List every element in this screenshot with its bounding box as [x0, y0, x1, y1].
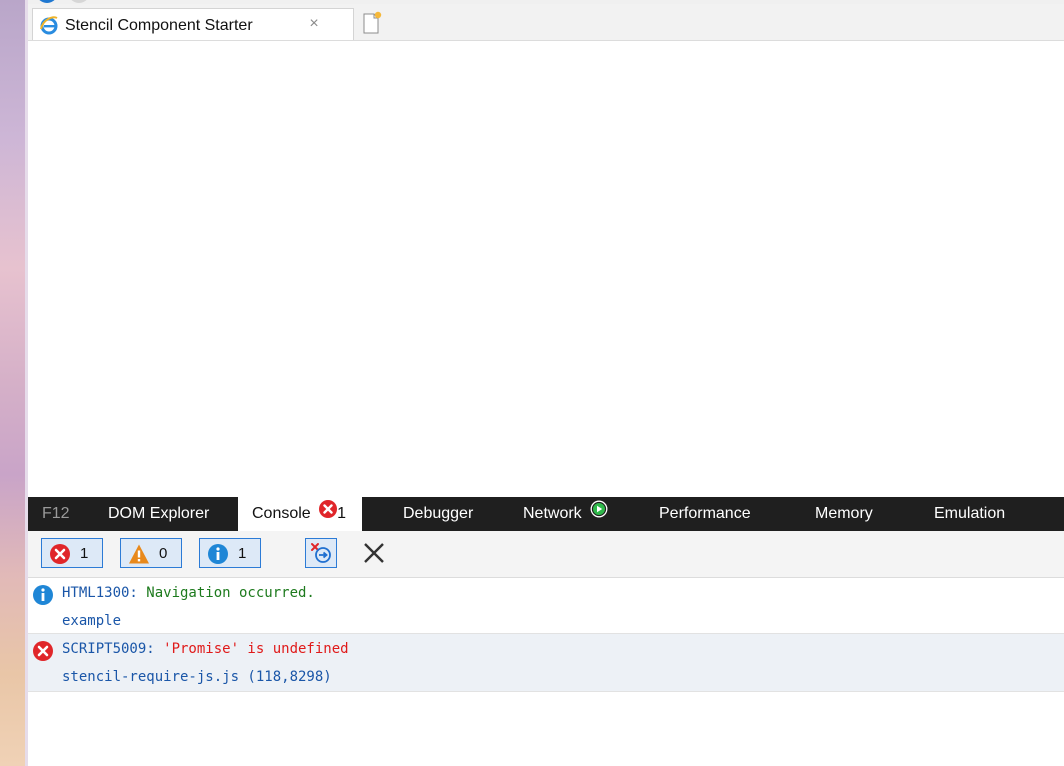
warning-count: 0: [159, 545, 168, 562]
clear-on-navigate-icon: [311, 543, 331, 563]
console-message-error: SCRIPT5009: 'Promise' is undefined stenc…: [28, 634, 1064, 692]
network-record-icon: [590, 497, 608, 531]
back-button-remnant[interactable]: [36, 0, 58, 3]
tab-debugger-label: Debugger: [403, 505, 474, 522]
devtools-f12-text: F12: [42, 505, 70, 522]
message-code: HTML1300:: [62, 585, 138, 601]
new-tab-button[interactable]: [358, 10, 384, 36]
new-tab-icon: [363, 11, 382, 34]
tab-console[interactable]: Console 1: [238, 497, 362, 531]
devtools-f12-label: F12: [42, 497, 70, 531]
info-icon: [208, 544, 228, 564]
message-text: SCRIPT5009: 'Promise' is undefined: [62, 641, 349, 657]
tab-debugger[interactable]: Debugger: [403, 497, 473, 531]
tab-performance[interactable]: Performance: [659, 497, 751, 531]
tab-memory[interactable]: Memory: [815, 497, 873, 531]
console-message-info: HTML1300: Navigation occurred. example: [28, 578, 1064, 634]
console-output: HTML1300: Navigation occurred. example S…: [28, 578, 1064, 766]
console-error-count: 1: [337, 505, 347, 523]
tab-dom-explorer[interactable]: DOM Explorer: [108, 497, 209, 531]
tab-memory-label: Memory: [815, 505, 873, 522]
page-content-area: [28, 41, 1064, 497]
tab-network-label: Network: [523, 505, 582, 523]
browser-tab[interactable]: Stencil Component Starter ×: [32, 8, 354, 40]
devtools-tab-bar: F12 DOM Explorer Console 1 Debugger Netw…: [28, 497, 1064, 531]
tab-emulation-label: Emulation: [934, 505, 1006, 522]
message-body: 'Promise' is undefined: [154, 641, 349, 657]
tab-title: Stencil Component Starter: [65, 17, 253, 34]
tab-dom-explorer-label: DOM Explorer: [108, 505, 210, 522]
message-text: HTML1300: Navigation occurred.: [62, 585, 315, 601]
error-icon: [50, 544, 70, 564]
tab-emulation[interactable]: Emulation: [934, 497, 1005, 531]
tab-console-label: Console: [252, 505, 311, 523]
forward-button-remnant[interactable]: [68, 0, 90, 3]
message-count: 1: [238, 545, 247, 562]
desktop-background-strip: [0, 0, 28, 766]
message-source-link[interactable]: stencil-require-js.js (118,8298): [62, 669, 332, 685]
clear-on-navigate-button[interactable]: [305, 538, 337, 568]
clear-console-icon: [364, 543, 384, 563]
tab-performance-label: Performance: [659, 505, 751, 522]
error-badge-icon: [319, 497, 338, 531]
tab-close-icon[interactable]: ×: [305, 15, 323, 33]
console-toolbar: 1 0 1: [28, 531, 1064, 578]
filter-errors-button[interactable]: 1: [41, 538, 103, 568]
message-body: Navigation occurred.: [137, 585, 315, 601]
clear-console-button[interactable]: [361, 540, 387, 566]
filter-messages-button[interactable]: 1: [199, 538, 261, 568]
error-icon: [32, 640, 54, 667]
tab-strip: Stencil Component Starter ×: [28, 4, 1064, 41]
info-icon: [32, 584, 54, 611]
message-source-link[interactable]: example: [62, 613, 121, 629]
internet-explorer-icon: [39, 15, 59, 35]
filter-warnings-button[interactable]: 0: [120, 538, 182, 568]
tab-network[interactable]: Network: [523, 497, 608, 531]
warning-icon: [129, 544, 149, 564]
message-code: SCRIPT5009:: [62, 641, 155, 657]
error-count: 1: [80, 545, 89, 562]
